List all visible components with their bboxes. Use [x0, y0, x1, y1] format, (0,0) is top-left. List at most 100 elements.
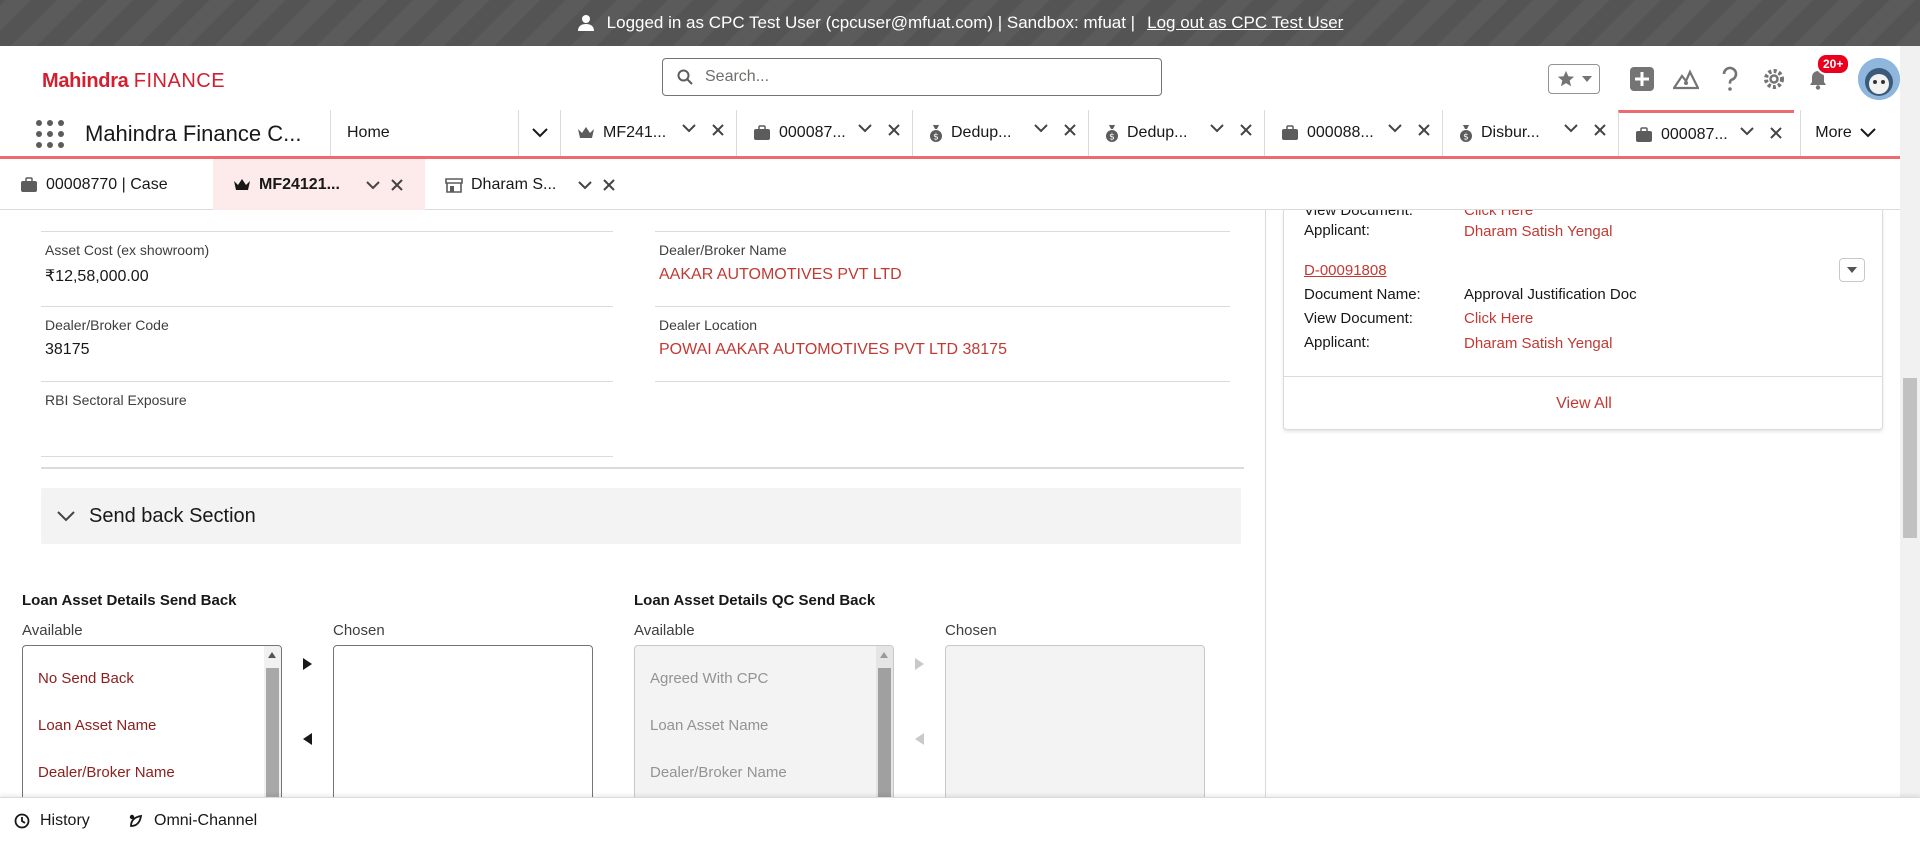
view-document-label: View Document: — [1304, 210, 1413, 219]
row-actions-button[interactable] — [1839, 258, 1865, 282]
nav-tab-7-active[interactable]: 000087... — [1618, 110, 1794, 156]
record-detail-main: Asset Cost (ex showroom) ₹12,58,000.00 D… — [0, 210, 1266, 797]
history-utility-item[interactable]: History — [14, 812, 90, 830]
more-tabs-button[interactable]: More — [1800, 110, 1890, 156]
favorites-button[interactable] — [1548, 64, 1600, 94]
money-bag-icon: $ — [1106, 125, 1118, 143]
help-button[interactable] — [1716, 65, 1744, 93]
user-icon — [577, 14, 595, 32]
brand-logo[interactable]: Mahindra FINANCE — [42, 70, 225, 93]
close-icon[interactable] — [1240, 124, 1252, 136]
close-icon[interactable] — [391, 179, 403, 191]
move-left-button[interactable] — [303, 733, 312, 745]
applicant-link[interactable]: Dharam Satish Yengal — [1464, 223, 1612, 240]
omni-channel-utility-item[interactable]: Omni-Channel — [128, 812, 257, 830]
briefcase-icon — [1636, 126, 1652, 142]
app-launcher-icon[interactable] — [36, 120, 64, 148]
chevron-down-icon[interactable] — [578, 180, 592, 190]
chevron-down-icon — [1564, 124, 1578, 133]
app-navigation-bar: Mahindra Finance C... Home MF241... 0000… — [0, 110, 1900, 159]
close-icon[interactable] — [712, 124, 724, 136]
listbox-scrollbar[interactable] — [264, 646, 281, 797]
document-id-link[interactable]: D-00091808 — [1304, 262, 1387, 279]
list-option: Dealer/Broker Name — [650, 764, 787, 781]
global-actions-button[interactable] — [1628, 65, 1656, 93]
list-option[interactable]: No Send Back — [38, 670, 134, 687]
view-document-link[interactable]: Click Here — [1464, 210, 1533, 219]
logout-link[interactable]: Log out as CPC Test User — [1147, 13, 1343, 33]
nav-tab-3[interactable]: $ Dedup... — [912, 110, 1088, 156]
field-prev-divider-left — [41, 210, 613, 232]
dealer-name-link[interactable]: AAKAR AUTOMOTIVES PVT LTD — [659, 266, 1230, 284]
view-document-link[interactable]: Click Here — [1464, 310, 1533, 327]
dealer-location-link[interactable]: POWAI AAKAR AUTOMOTIVES PVT LTD 38175 — [659, 341, 1230, 359]
header-actions: 20+ — [1548, 53, 1900, 100]
field-asset-cost: Asset Cost (ex showroom) ₹12,58,000.00 — [41, 242, 613, 307]
crown-icon — [578, 127, 594, 138]
chevron-down-icon — [858, 124, 872, 133]
related-documents-card: View Document: Click Here Applicant: Dha… — [1283, 210, 1883, 430]
help-icon — [1722, 66, 1738, 91]
nav-tab-6[interactable]: $ Disbur... — [1442, 110, 1618, 156]
chevron-down-icon — [531, 128, 548, 138]
chevron-down-icon — [1034, 124, 1048, 133]
chevron-down-icon[interactable] — [366, 180, 380, 190]
available-label: Available — [22, 622, 83, 639]
close-icon[interactable] — [603, 179, 615, 191]
svg-text:$: $ — [1463, 133, 1469, 143]
svg-text:$: $ — [1109, 133, 1115, 143]
view-all-link[interactable]: View All — [1284, 376, 1882, 429]
listbox-scrollbar — [876, 646, 893, 797]
nav-tab-dropdown[interactable] — [518, 110, 560, 156]
applicant-link[interactable]: Dharam Satish Yengal — [1464, 335, 1612, 352]
close-icon[interactable] — [1064, 124, 1076, 136]
move-right-button[interactable] — [303, 658, 312, 670]
nav-tab-home[interactable]: Home — [330, 110, 518, 156]
nav-tab-5[interactable]: 000088... — [1264, 110, 1442, 156]
close-icon[interactable] — [888, 124, 900, 136]
subtab-loan-active[interactable]: MF24121... — [213, 159, 425, 210]
plus-icon — [1630, 67, 1654, 91]
loan-asset-send-back-title: Loan Asset Details Send Back — [22, 592, 237, 609]
qc-send-back-chosen-listbox — [945, 645, 1205, 797]
subtab-dealer[interactable]: Dharam S... — [445, 159, 625, 210]
page-scrollbar[interactable] — [1900, 46, 1920, 797]
utility-bar: History Omni-Channel — [0, 797, 1920, 847]
chevron-down-icon — [1210, 124, 1224, 133]
login-status-text: Logged in as CPC Test User (cpcuser@mfua… — [606, 13, 1136, 32]
nav-tab-2[interactable]: 000087... — [736, 110, 912, 156]
chevron-down-icon — [1581, 76, 1592, 82]
field-dealer-location: Dealer Location POWAI AAKAR AUTOMOTIVES … — [655, 317, 1230, 382]
subtab-case[interactable]: 00008770 | Case — [20, 159, 212, 210]
briefcase-icon — [1282, 125, 1298, 140]
nav-tab-1[interactable]: MF241... — [560, 110, 736, 156]
view-document-label: View Document: — [1304, 310, 1413, 327]
briefcase-icon — [754, 125, 770, 140]
setup-button[interactable] — [1760, 65, 1788, 93]
list-option[interactable]: Dealer/Broker Name — [38, 764, 175, 781]
trailhead-button[interactable] — [1672, 65, 1700, 93]
chevron-down-icon — [1860, 128, 1876, 138]
close-icon[interactable] — [1594, 124, 1606, 136]
document-name-value: Approval Justification Doc — [1464, 286, 1637, 303]
send-back-available-listbox[interactable]: No Send Back Loan Asset Name Dealer/Brok… — [22, 645, 282, 797]
subtab-bar: 00008770 | Case MF24121... Dharam S... — [0, 159, 1900, 210]
scrollbar-thumb[interactable] — [1903, 378, 1917, 538]
omni-channel-icon — [129, 814, 143, 827]
document-name-label: Document Name: — [1304, 286, 1421, 303]
notifications-button[interactable]: 20+ — [1804, 53, 1851, 93]
svg-text:$: $ — [933, 133, 939, 143]
global-search-input[interactable]: Search... — [662, 58, 1162, 96]
list-option[interactable]: Loan Asset Name — [38, 717, 156, 734]
qc-send-back-available-listbox: Agreed With CPC Loan Asset Name Dealer/B… — [634, 645, 894, 797]
chosen-label: Chosen — [333, 622, 385, 639]
chevron-down-icon — [682, 124, 696, 133]
money-bag-icon: $ — [930, 125, 942, 143]
nav-tab-4[interactable]: $ Dedup... — [1088, 110, 1264, 156]
applicant-label: Applicant: — [1304, 222, 1370, 239]
send-back-chosen-listbox[interactable] — [333, 645, 593, 797]
close-icon[interactable] — [1770, 127, 1782, 139]
send-back-section-header[interactable]: Send back Section — [41, 488, 1241, 544]
close-icon[interactable] — [1418, 124, 1430, 136]
user-avatar[interactable] — [1858, 58, 1900, 100]
